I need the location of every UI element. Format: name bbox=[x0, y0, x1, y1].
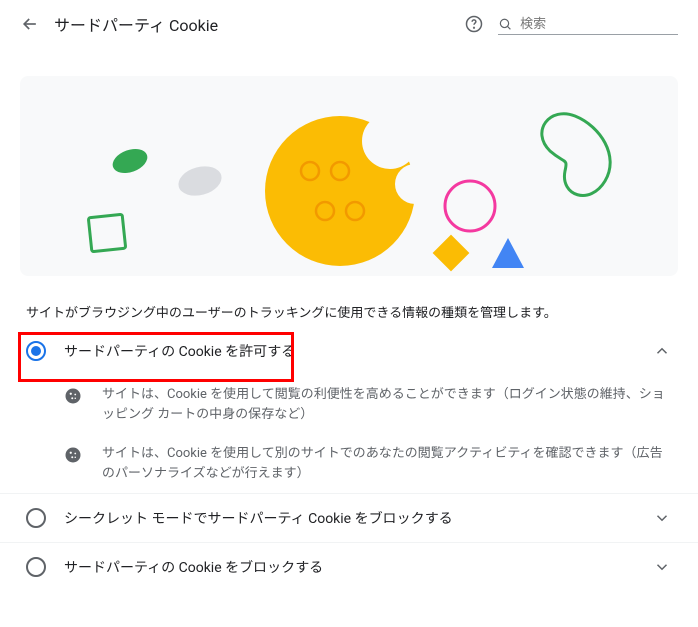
search-icon bbox=[498, 16, 512, 32]
sub-item-text: サイトは、Cookie を使用して閲覧の利便性を高めることができます（ログイン状… bbox=[102, 385, 672, 424]
option-block-third-party[interactable]: サードパーティの Cookie をブロックする bbox=[0, 542, 698, 591]
radio-allow[interactable] bbox=[26, 341, 46, 361]
sub-item: サイトは、Cookie を使用して別のサイトでのあなたの閲覧アクティビティを確認… bbox=[0, 434, 698, 493]
radio-block[interactable] bbox=[26, 557, 46, 577]
hero-illustration bbox=[20, 76, 678, 276]
radio-block-incognito[interactable] bbox=[26, 508, 46, 528]
cookie-icon bbox=[64, 446, 84, 471]
search-input[interactable] bbox=[518, 15, 678, 32]
option-label: シークレット モードでサードパーティ Cookie をブロックする bbox=[64, 508, 634, 528]
option-label: サードパーティの Cookie を許可する bbox=[64, 341, 634, 361]
option-block-incognito[interactable]: シークレット モードでサードパーティ Cookie をブロックする bbox=[0, 493, 698, 542]
option-allow-third-party[interactable]: サードパーティの Cookie を許可する bbox=[0, 327, 698, 375]
search-field[interactable] bbox=[498, 13, 678, 35]
chevron-up-icon[interactable] bbox=[652, 341, 672, 361]
sub-item-text: サイトは、Cookie を使用して別のサイトでのあなたの閲覧アクティビティを確認… bbox=[102, 444, 672, 483]
page-header: サードパーティ Cookie bbox=[0, 0, 698, 46]
cookie-icon bbox=[64, 387, 84, 412]
chevron-down-icon[interactable] bbox=[652, 557, 672, 577]
help-icon[interactable] bbox=[464, 14, 484, 34]
page-description: サイトがブラウジング中のユーザーのトラッキングに使用できる情報の種類を管理します… bbox=[0, 276, 698, 327]
chevron-down-icon[interactable] bbox=[652, 508, 672, 528]
sub-item: サイトは、Cookie を使用して閲覧の利便性を高めることができます（ログイン状… bbox=[0, 375, 698, 434]
option-label: サードパーティの Cookie をブロックする bbox=[64, 557, 634, 577]
back-icon[interactable] bbox=[20, 14, 40, 34]
page-title: サードパーティ Cookie bbox=[54, 12, 218, 36]
